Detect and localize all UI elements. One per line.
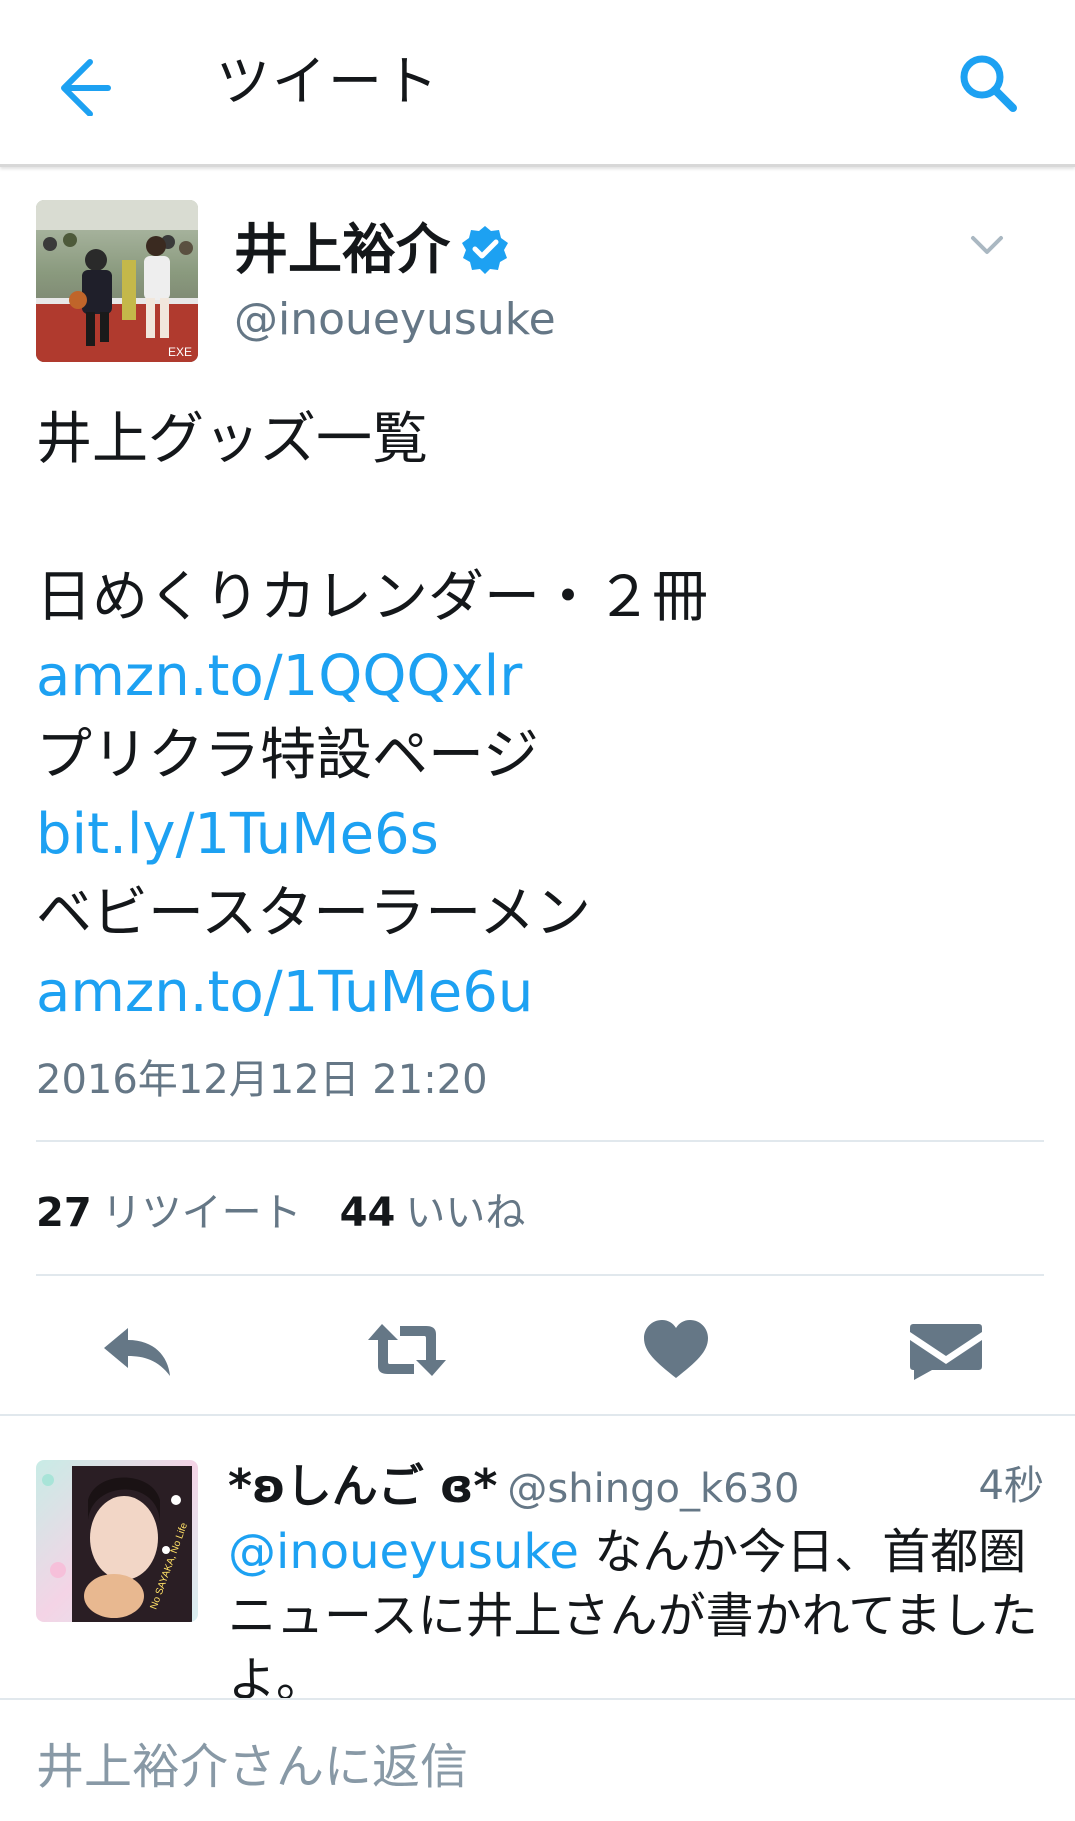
reply-compose-bar[interactable]: 井上裕介さんに返信 xyxy=(0,1698,1075,1821)
author-handle[interactable]: @inoueyusuke xyxy=(234,290,556,350)
section-divider xyxy=(0,1414,1075,1416)
tweet-link[interactable]: amzn.to/1QQQxlr xyxy=(36,637,1036,716)
reply-input-placeholder[interactable]: 井上裕介さんに返信 xyxy=(36,1734,468,1800)
app-header: ツイート xyxy=(0,0,1075,167)
divider xyxy=(36,1140,1044,1142)
reply-text-line: ニュースに井上さんが書かれてました xyxy=(228,1588,1038,1644)
search-icon xyxy=(960,55,1017,112)
author-avatar-image: EXE xyxy=(36,200,198,362)
tweet-timestamp: 2016年12月12日 21:20 xyxy=(36,1057,488,1103)
direct-message-icon xyxy=(910,1324,982,1380)
arrow-left-icon xyxy=(61,59,111,117)
reply-avatar-image: No SAYAKA, No Life xyxy=(36,1460,198,1622)
tweet-line: ベビースターラーメン xyxy=(36,881,591,946)
tweet-text: 井上グッズ一覧 日めくりカレンダー・２冊 amzn.to/1QQQxlr プリク… xyxy=(36,400,1036,1032)
verified-badge-icon xyxy=(460,224,510,274)
tweet-menu-button[interactable] xyxy=(967,230,1007,260)
svg-text:EXE: EXE xyxy=(168,345,192,359)
tweet-line: プリクラ特設ページ xyxy=(36,723,539,788)
back-button[interactable] xyxy=(50,52,114,117)
like-label: いいね xyxy=(405,1190,526,1236)
tweet-line: 日めくりカレンダー・２冊 xyxy=(36,565,708,630)
reply-text-part: なんか今日、首都圏 xyxy=(578,1524,1027,1580)
tweet-stats: 27 リツイート 44 いいね xyxy=(36,1183,525,1243)
retweet-count: 27 xyxy=(36,1190,92,1236)
author-name[interactable]: 井上裕介 xyxy=(234,216,450,284)
reply-author-name[interactable]: *ʚしんご ɞ* xyxy=(228,1459,497,1513)
retweet-button[interactable] xyxy=(362,1316,452,1384)
tweet-line: 井上グッズ一覧 xyxy=(36,407,428,472)
reply-header: *ʚしんご ɞ* @shingo_k630 xyxy=(228,1454,1044,1518)
retweet-icon xyxy=(368,1324,446,1376)
like-heart-icon xyxy=(644,1320,708,1378)
reply-icon xyxy=(104,1328,170,1376)
divider xyxy=(36,1274,1044,1276)
reply-button[interactable] xyxy=(98,1316,178,1384)
reply-mention-link[interactable]: @inoueyusuke xyxy=(228,1524,579,1580)
author-avatar[interactable]: EXE xyxy=(36,200,198,362)
page-title: ツイート xyxy=(216,50,440,113)
tweet-link[interactable]: amzn.to/1TuMe6u xyxy=(36,953,1036,1032)
reply-time: 4秒 xyxy=(978,1463,1044,1509)
like-button[interactable] xyxy=(636,1316,716,1384)
reply-author-avatar[interactable]: No SAYAKA, No Life xyxy=(36,1460,198,1622)
retweet-stat[interactable]: 27 リツイート xyxy=(36,1190,302,1236)
retweet-label: リツイート xyxy=(101,1190,302,1236)
like-count: 44 xyxy=(339,1190,396,1236)
direct-message-button[interactable] xyxy=(904,1316,988,1384)
search-button[interactable] xyxy=(955,50,1023,118)
reply-author-handle[interactable]: @shingo_k630 xyxy=(507,1466,799,1512)
tweet-link[interactable]: bit.ly/1TuMe6s xyxy=(36,795,1036,874)
chevron-down-icon xyxy=(971,236,1003,254)
like-stat[interactable]: 44 いいね xyxy=(340,1190,526,1236)
reply-text: @inoueyusuke なんか今日、首都圏 ニュースに井上さんが書かれてました… xyxy=(228,1520,1048,1712)
